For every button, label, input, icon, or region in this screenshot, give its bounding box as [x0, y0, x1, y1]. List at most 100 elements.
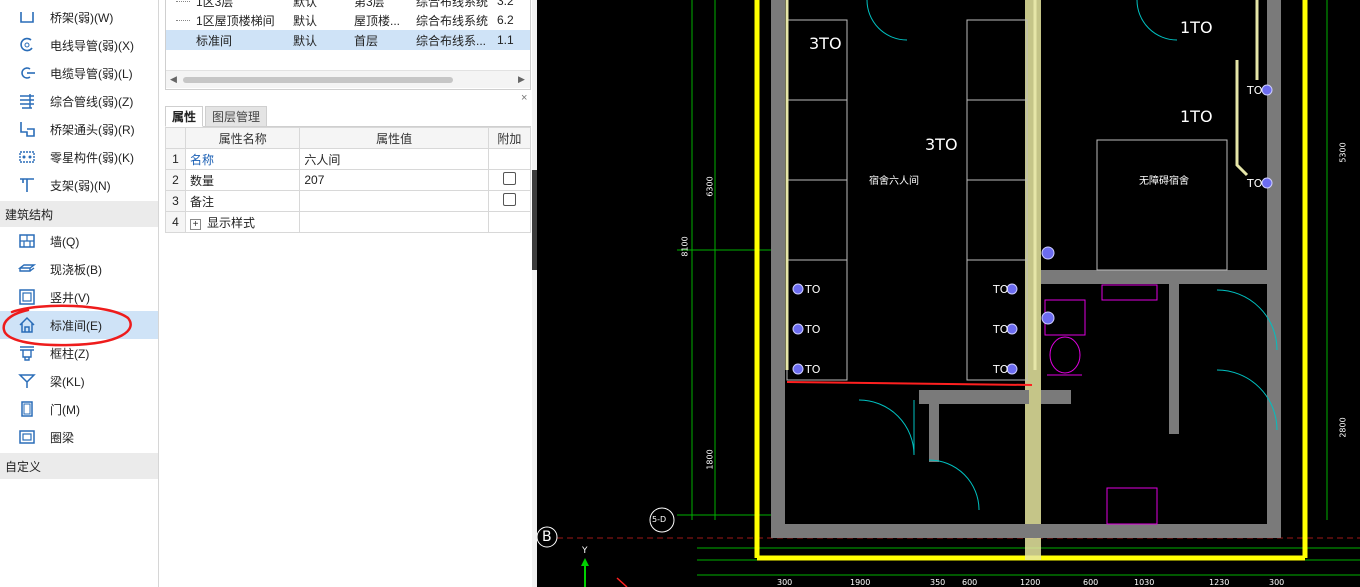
property-name-cell: + 显示样式	[185, 211, 301, 233]
dimension-text: 1900	[850, 578, 871, 587]
sidebar-item-misc-component-weak[interactable]: 零星构件(弱)(K)	[0, 143, 158, 171]
outlet-label: TO	[993, 363, 1009, 376]
expand-icon[interactable]: +	[190, 218, 202, 230]
sidebar-item-frame-column[interactable]: 框柱(Z)	[0, 339, 158, 367]
outlet-label: TO	[993, 323, 1009, 336]
dimension-text: 6300	[705, 176, 715, 197]
shaft-icon	[17, 287, 37, 307]
table-row[interactable]: 1区屋顶楼梯间 默认 屋顶楼... 综合布线系统 6.2	[166, 10, 530, 30]
property-value[interactable]	[299, 211, 489, 233]
sidebar-item-tray-fitting-weak[interactable]: 桥架通头(弱)(R)	[0, 115, 158, 143]
dimension-text: 1200	[1020, 578, 1041, 587]
outlet-label: TO	[1247, 177, 1263, 190]
outlet-label: TO	[805, 283, 821, 296]
sidebar-item-slab[interactable]: 现浇板(B)	[0, 255, 158, 283]
cad-drawing-canvas[interactable]: 宿舍六人间 无障碍宿舍 3TO 3TO 1TO 1TO TO TO TO TO …	[537, 0, 1360, 587]
property-value[interactable]: 207	[299, 169, 489, 191]
sidebar-item-shaft[interactable]: 竖井(V)	[0, 283, 158, 311]
table-row[interactable]: 2 数量 207	[164, 169, 532, 191]
tab-properties[interactable]: 属性	[165, 106, 204, 127]
property-value[interactable]: 六人间	[299, 148, 489, 170]
outlet-label: 1TO	[1180, 107, 1213, 126]
header-property-name: 属性名称	[185, 127, 301, 149]
scrollbar-thumb[interactable]	[183, 77, 453, 83]
dimension-text: 8100	[680, 236, 690, 257]
row-number: 2	[164, 169, 187, 191]
horizontal-scrollbar[interactable]: ◀ ▶	[166, 70, 530, 88]
sidebar-item-ring-beam[interactable]: 圈梁	[0, 423, 158, 451]
row-type: 默认	[293, 0, 318, 9]
property-name: 名称	[185, 148, 301, 170]
outlet-label: 1TO	[1180, 18, 1213, 37]
row-number: 4	[164, 211, 187, 233]
header-property-value: 属性值	[299, 127, 489, 149]
sidebar-item-wire-conduit-weak[interactable]: 电线导管(弱)(X)	[0, 31, 158, 59]
table-row-selected[interactable]: 标准间 默认 首层 综合布线系... 1.1	[166, 30, 530, 50]
dimension-text: 600	[1083, 578, 1099, 587]
support-icon	[17, 175, 37, 195]
sidebar-item-label: 现浇板(B)	[50, 262, 102, 277]
extra-checkbox[interactable]	[502, 172, 516, 185]
sidebar-item-combined-pipeline-weak[interactable]: 综合管线(弱)(Z)	[0, 87, 158, 115]
dimension-text: 2800	[1338, 417, 1348, 438]
table-row[interactable]: 4 + 显示样式	[164, 211, 532, 233]
row-value: 1.1	[497, 33, 514, 47]
sidebar-item-label: 桥架(弱)(W)	[50, 10, 114, 25]
tab-layer-management[interactable]: 图层管理	[205, 106, 268, 127]
property-value[interactable]	[299, 190, 489, 212]
sidebar-item-label: 零星构件(弱)(K)	[50, 150, 134, 165]
sidebar-item-label: 支架(弱)(N)	[50, 178, 111, 193]
sidebar-item-cable-tray-weak[interactable]: 桥架(弱)(W)	[0, 3, 158, 31]
sidebar-item-label: 框柱(Z)	[50, 346, 90, 361]
sidebar-item-label: 竖井(V)	[50, 290, 90, 305]
sidebar-item-door[interactable]: 门(M)	[0, 395, 158, 423]
sidebar-item-support-weak[interactable]: 支架(弱)(N)	[0, 171, 158, 199]
scroll-right-icon[interactable]: ▶	[518, 74, 525, 85]
wire-conduit-icon	[17, 35, 37, 55]
outlet-label: TO	[993, 283, 1009, 296]
bathroom-fixtures	[1044, 284, 1158, 525]
tree-connector	[176, 1, 190, 2]
room-label: 无障碍宿舍	[1139, 176, 1189, 187]
properties-panel: × 属性 图层管理 属性名称 属性值 附加 1 名称 六人间 2 数量 207	[164, 92, 532, 233]
table-row[interactable]: 1 名称 六人间	[164, 148, 532, 170]
scroll-left-icon[interactable]: ◀	[170, 74, 177, 85]
sidebar-item-wall[interactable]: 墙(Q)	[0, 227, 158, 255]
row-type: 默认	[293, 13, 318, 28]
grid-bubble-label: 5-D	[652, 515, 667, 524]
sidebar-item-standard-room[interactable]: 标准间(E)	[0, 311, 158, 339]
sidebar-item-cable-conduit-weak[interactable]: 电缆导管(弱)(L)	[0, 59, 158, 87]
outlet-label: TO	[1247, 84, 1263, 97]
table-header-row: 属性名称 属性值 附加	[164, 127, 532, 149]
ucs-axis-icon	[581, 558, 628, 587]
close-icon[interactable]: ×	[521, 92, 527, 104]
row-floor: 屋顶楼...	[354, 13, 401, 28]
red-annotation-line	[786, 381, 1033, 386]
sidebar-item-label: 圈梁	[50, 430, 75, 445]
row-value: 6.2	[497, 13, 514, 27]
property-name: 备注	[185, 190, 301, 212]
category-custom[interactable]: 自定义	[0, 453, 158, 479]
column-icon	[17, 343, 37, 363]
header-rownum	[164, 127, 187, 149]
sidebar-item-label: 墙(Q)	[50, 234, 80, 249]
dimension-text: 1800	[705, 449, 715, 470]
cable-tray-icon	[17, 7, 37, 27]
sidebar-item-label: 门(M)	[50, 402, 80, 417]
standard-room-icon	[17, 315, 37, 335]
misc-component-icon	[17, 147, 37, 167]
category-building-structure[interactable]: 建筑结构	[0, 201, 158, 227]
outlet-label: TO	[805, 323, 821, 336]
sidebar-item-beam[interactable]: 梁(KL)	[0, 367, 158, 395]
extra-checkbox[interactable]	[502, 193, 516, 206]
row-floor: 第3层	[354, 0, 385, 9]
outlet-label: 3TO	[925, 135, 958, 154]
row-number: 1	[164, 148, 187, 170]
floor-plan-drawing	[537, 0, 1360, 587]
beam-icon	[17, 371, 37, 391]
room-label: 宿舍六人间	[869, 176, 919, 187]
table-row[interactable]: 3 备注	[164, 190, 532, 212]
wall-icon	[17, 231, 37, 251]
sidebar-item-label: 桥架通头(弱)(R)	[50, 122, 135, 137]
property-name: 数量	[185, 169, 301, 191]
